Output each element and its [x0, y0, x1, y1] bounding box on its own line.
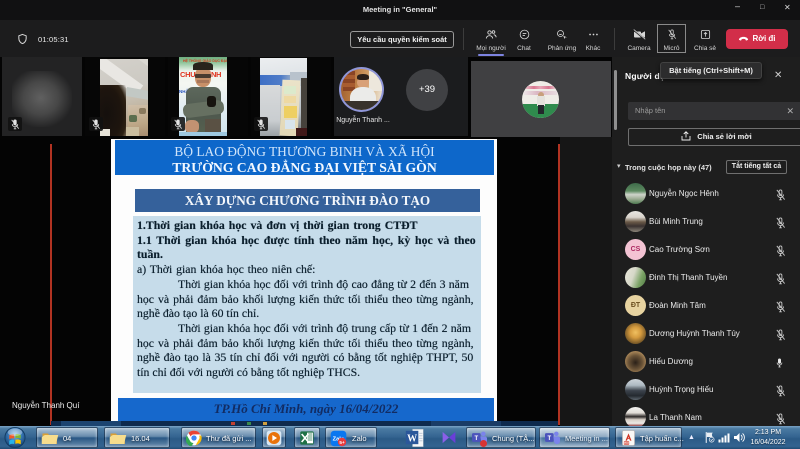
svg-text:W: W [407, 433, 417, 444]
svg-text:T: T [474, 436, 478, 442]
svg-text:T: T [547, 436, 551, 442]
svg-text:5+: 5+ [339, 440, 345, 445]
svg-text:PDF: PDF [624, 441, 630, 445]
